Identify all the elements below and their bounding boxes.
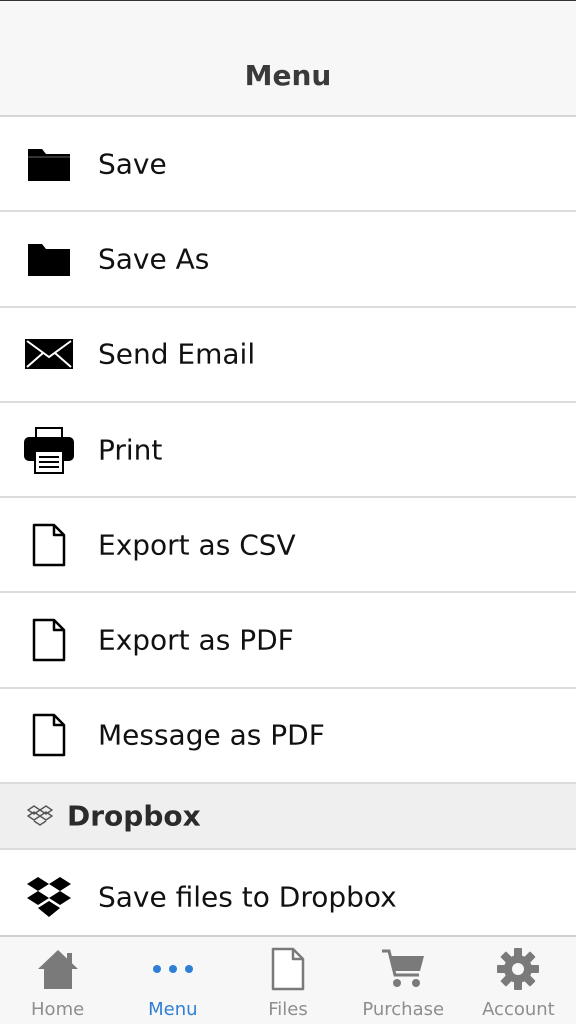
menu-item-label: Print	[98, 433, 163, 467]
menu-item-export-csv[interactable]: Export as CSV	[0, 498, 576, 594]
home-icon	[34, 945, 82, 993]
menu-item-export-pdf[interactable]: Export as PDF	[0, 593, 576, 689]
menu-item-save-dropbox[interactable]: Save files to Dropbox	[0, 850, 576, 946]
folder-icon	[22, 139, 76, 189]
document-icon	[22, 615, 76, 665]
dropbox-icon	[26, 804, 54, 828]
tab-bar: Home Menu Files Purchase Account	[0, 935, 576, 1024]
envelope-icon	[22, 329, 76, 379]
menu-item-label: Send Email	[98, 337, 256, 371]
menu-item-label: Save As	[98, 242, 210, 276]
section-header-label: Dropbox	[67, 799, 201, 833]
cart-icon	[379, 945, 427, 993]
app-screen: Menu Save Save As Send Email Print Expor…	[0, 0, 576, 1024]
menu-list: Save Save As Send Email Print Export as	[0, 117, 576, 946]
tab-label: Account	[482, 999, 555, 1020]
menu-item-label: Export as CSV	[98, 528, 296, 562]
menu-item-label: Save	[98, 147, 167, 181]
tab-menu[interactable]: Menu	[115, 937, 230, 1024]
navigation-bar: Menu	[0, 0, 576, 117]
menu-item-print[interactable]: Print	[0, 402, 576, 499]
tab-purchase[interactable]: Purchase	[346, 937, 461, 1024]
printer-icon	[22, 425, 76, 475]
more-dots-icon	[149, 945, 197, 993]
tab-home[interactable]: Home	[0, 937, 115, 1024]
menu-item-send-email[interactable]: Send Email	[0, 307, 576, 403]
folder-icon	[22, 234, 76, 284]
gear-icon	[494, 945, 542, 993]
menu-item-label: Save files to Dropbox	[98, 880, 397, 914]
tab-label: Purchase	[362, 999, 445, 1020]
menu-item-save-as[interactable]: Save As	[0, 212, 576, 308]
menu-item-label: Message as PDF	[98, 718, 325, 752]
tab-label: Menu	[148, 999, 198, 1020]
tab-files[interactable]: Files	[230, 937, 345, 1024]
dropbox-icon	[22, 872, 76, 922]
document-icon	[22, 520, 76, 570]
page-title: Menu	[244, 59, 332, 92]
menu-item-label: Export as PDF	[98, 623, 294, 657]
document-icon	[22, 710, 76, 760]
menu-item-save[interactable]: Save	[0, 117, 576, 213]
tab-account[interactable]: Account	[461, 937, 576, 1024]
section-header-dropbox: Dropbox	[0, 784, 576, 851]
tab-label: Files	[268, 999, 308, 1020]
tab-label: Home	[31, 999, 85, 1020]
files-icon	[264, 945, 312, 993]
menu-item-message-pdf[interactable]: Message as PDF	[0, 688, 576, 785]
